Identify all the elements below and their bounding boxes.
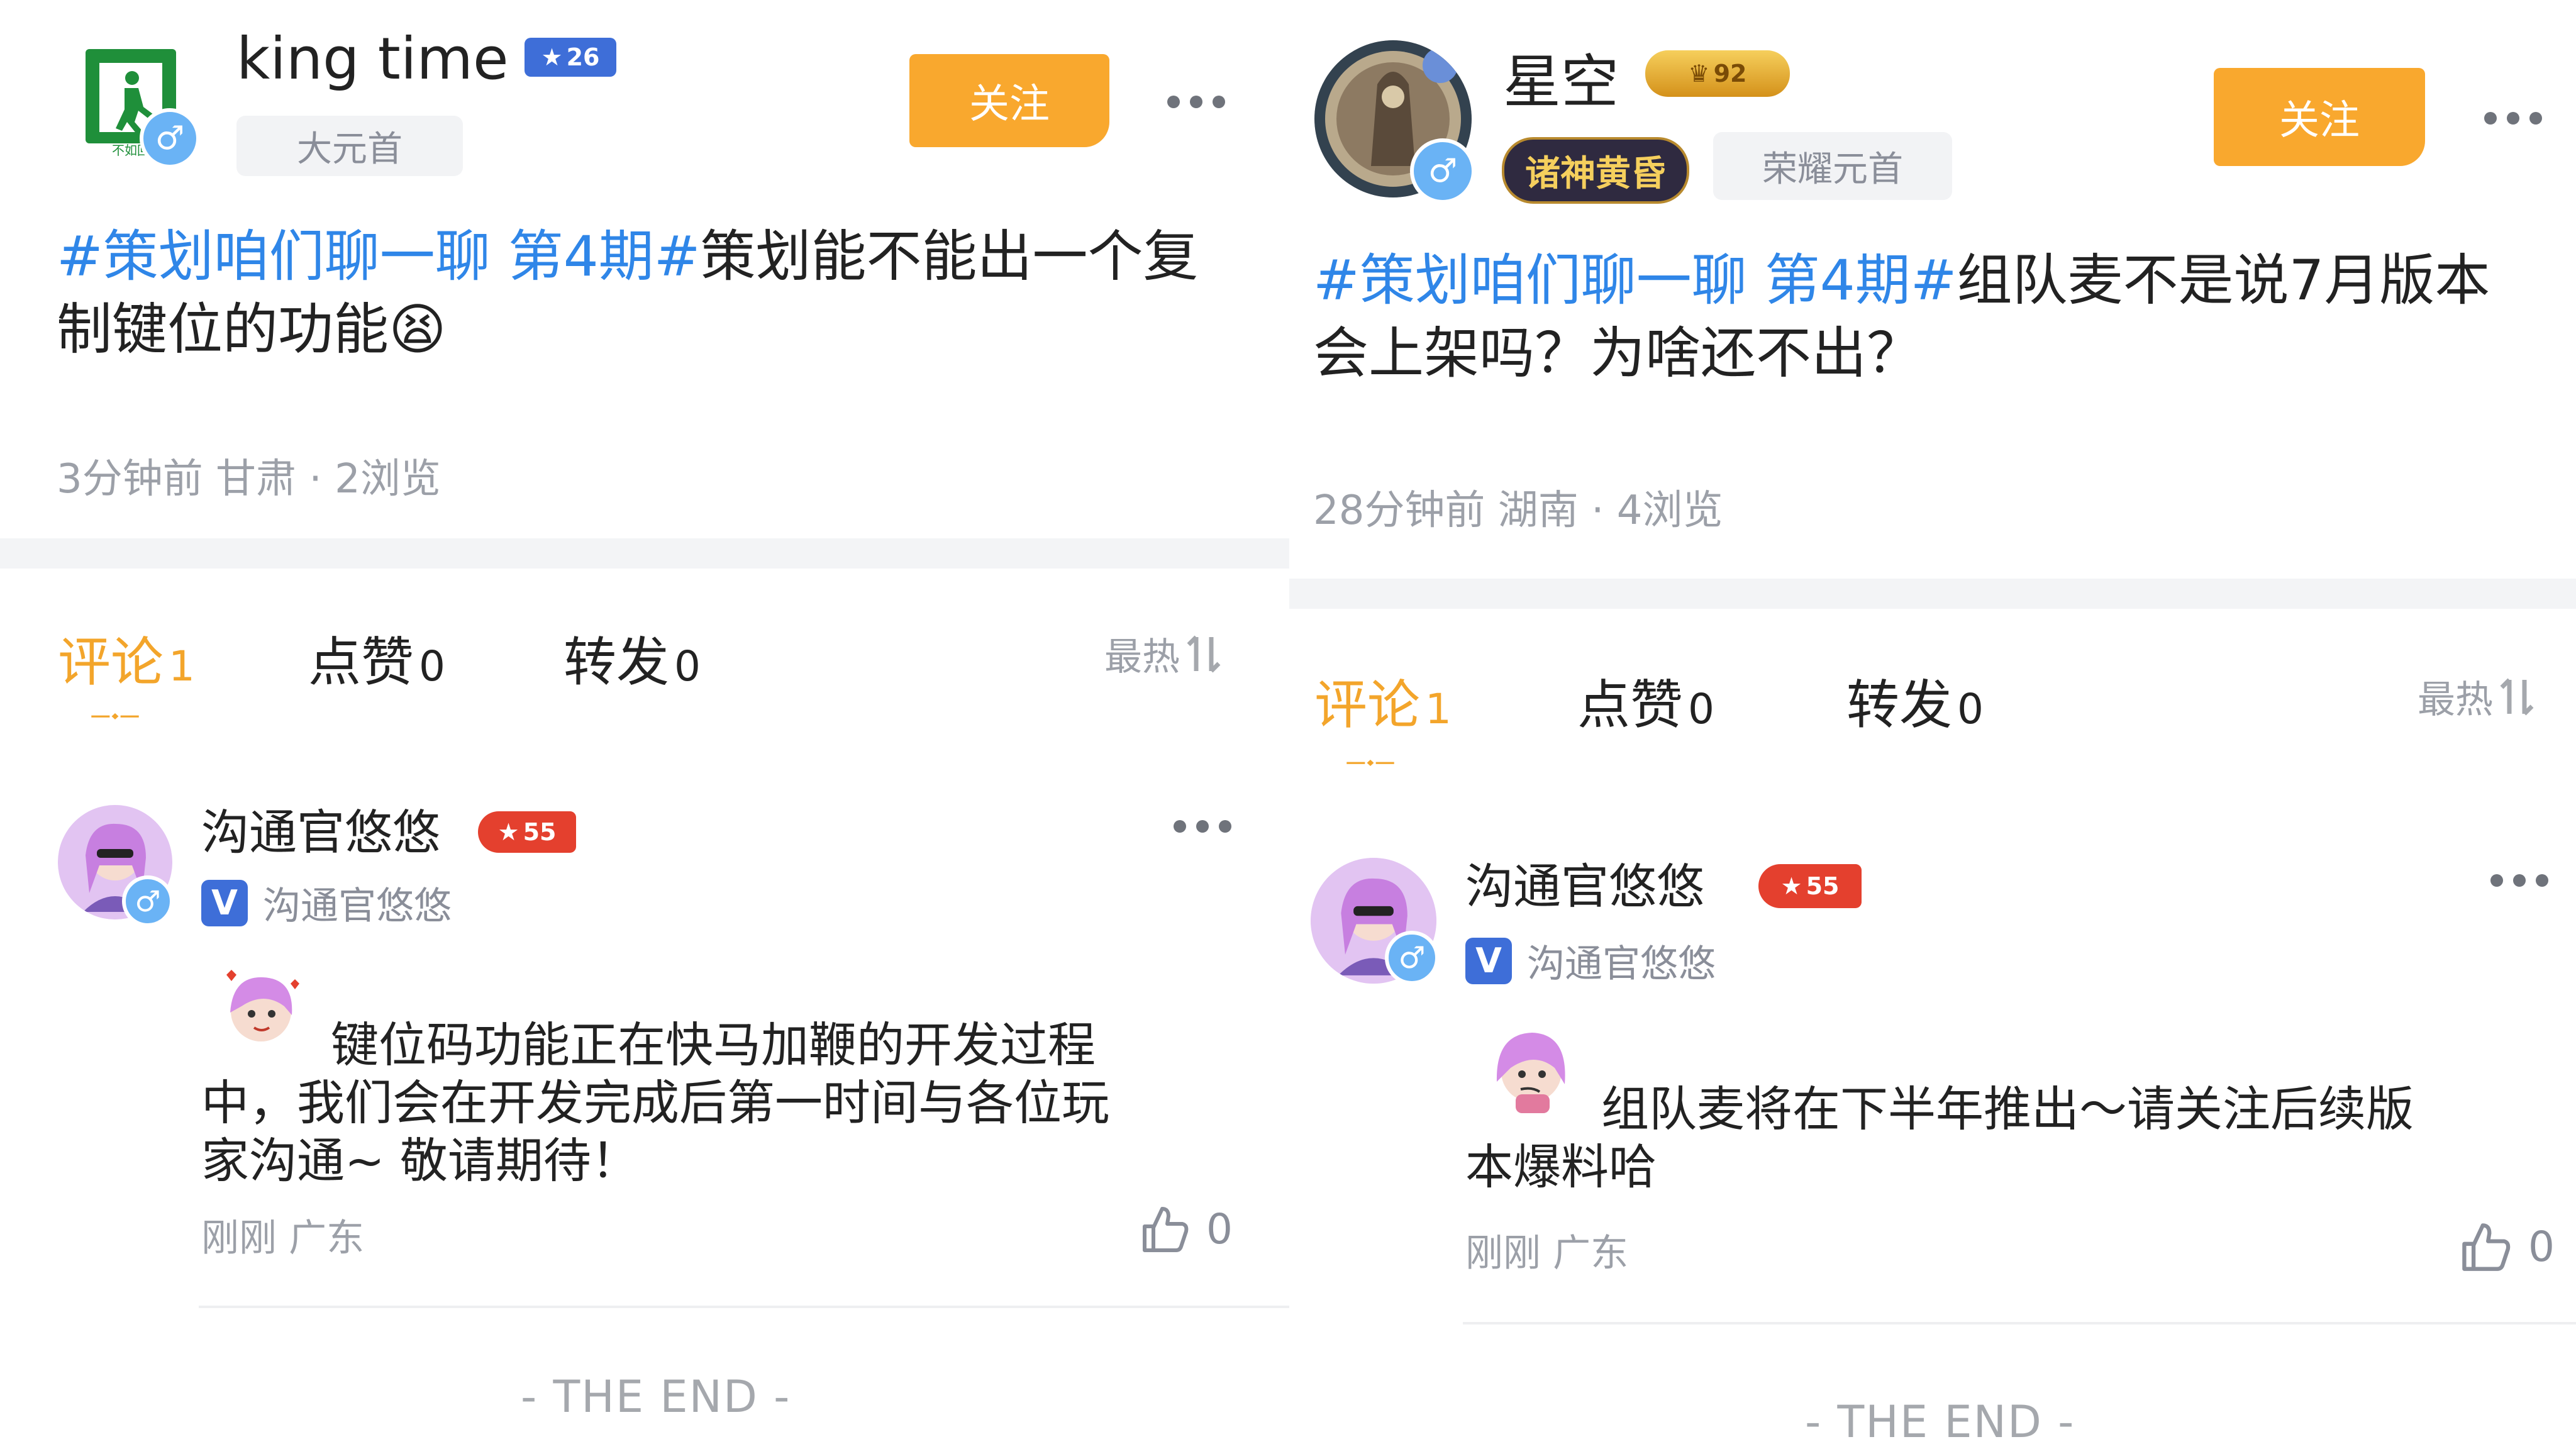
gender-male-icon: ♂: [140, 108, 200, 169]
comment-text: 键位码功能正在快马加鞭的开发过程中，我们会在开发完成后第一时间与各位玩家沟通~ …: [201, 1017, 1109, 1189]
comment-more-icon[interactable]: [2490, 874, 2548, 887]
commenter-name[interactable]: 沟通官悠悠: [1465, 848, 1704, 917]
topic-link[interactable]: #策划咱们聊一聊 第4期#: [57, 224, 700, 289]
tab-reposts[interactable]: 转发 0: [1846, 663, 1984, 739]
comment-text: 组队麦将在下半年推出～请关注后续版本爆料哈: [1465, 1081, 2414, 1195]
commenter-rank: V 沟通官悠悠: [1465, 933, 1716, 988]
comment-more-icon[interactable]: [1174, 820, 1231, 833]
post-content: #策划咱们聊一聊 第4期#组队麦不是说7月版本会上架吗？为啥还不出？: [1313, 244, 2527, 390]
commenter-name[interactable]: 沟通官悠悠: [201, 794, 440, 863]
thumb-up-icon: [1143, 1207, 1189, 1252]
post-meta: 28分钟前 湖南 · 4浏览: [1313, 487, 1723, 534]
section-divider: [0, 538, 1289, 569]
thumb-up-icon: [2462, 1223, 2511, 1271]
gender-male-icon: ♂: [122, 875, 174, 927]
section-divider: [1289, 579, 2576, 609]
like-button[interactable]: 0: [1140, 1204, 1233, 1254]
tab-reposts[interactable]: 转发 0: [564, 620, 701, 696]
tab-active-indicator: [91, 713, 139, 719]
end-marker: - THE END -: [521, 1371, 791, 1423]
level-shield-icon: ★: [541, 43, 563, 71]
tab-comments[interactable]: 评论 1: [1314, 663, 1452, 739]
emoji-icon: 😫: [389, 297, 447, 362]
comment-meta: 刚刚 广东: [1465, 1231, 1629, 1275]
post-content: #策划咱们聊一聊 第4期#策划能不能出一个复制键位的功能😫: [57, 220, 1239, 366]
post-meta: 3分钟前 甘肃 · 2浏览: [57, 456, 441, 502]
comment-divider: [1463, 1322, 2576, 1324]
star-icon: ★: [1780, 872, 1802, 900]
gender-male-icon: ♂: [1385, 931, 1439, 985]
comment-meta: 刚刚 广东: [201, 1216, 365, 1260]
follow-button[interactable]: 关注: [909, 54, 1109, 147]
author-title-tag: 荣耀元首: [1713, 132, 1952, 200]
comment-divider: [199, 1306, 1289, 1308]
honor-badge: 诸神黄昏: [1502, 137, 1689, 204]
level-badge: ★ 26: [525, 38, 616, 77]
official-v-icon: V: [201, 879, 248, 926]
post-panel-left: 不如回 ♂ king time ★ 26 大元首 关注 #策划咱们聊一聊 第4期…: [0, 0, 1289, 1449]
sort-icon: [1187, 635, 1221, 672]
like-button[interactable]: 0: [2459, 1220, 2555, 1273]
author-name[interactable]: 星空: [1503, 35, 1619, 119]
sort-icon: [2500, 678, 2534, 715]
author-title-tag: 大元首: [236, 116, 463, 176]
tab-likes[interactable]: 点赞 0: [1577, 663, 1714, 739]
follow-button[interactable]: 关注: [2214, 68, 2425, 166]
sort-hot-button[interactable]: 最热: [1104, 626, 1223, 681]
tab-comments[interactable]: 评论 1: [58, 620, 195, 696]
star-icon: ★: [497, 818, 519, 846]
more-options-icon[interactable]: [1167, 96, 1225, 108]
like-count: 0: [2528, 1222, 2555, 1271]
level-crown-badge: ♛ 92: [1645, 50, 1790, 97]
gender-male-icon: ♂: [1410, 138, 1475, 204]
commenter-rank: V 沟通官悠悠: [201, 875, 452, 930]
tab-likes[interactable]: 点赞 0: [308, 620, 445, 696]
tab-active-indicator: [1346, 760, 1394, 766]
topic-link[interactable]: #策划咱们聊一聊 第4期#: [1313, 248, 1957, 313]
commenter-level-badge: ★ 55: [1758, 864, 1862, 908]
sort-hot-button[interactable]: 最热: [2418, 669, 2536, 724]
commenter-level-badge: ★ 55: [478, 811, 576, 853]
crown-icon: ♛: [1688, 60, 1710, 87]
post-panel-right: ♂ 星空 ♛ 92 诸神黄昏 荣耀元首 关注 #策划咱们聊一聊 第4期#组队麦不…: [1289, 0, 2576, 1449]
author-name[interactable]: king time: [236, 25, 509, 92]
like-count: 0: [1206, 1204, 1233, 1253]
official-v-icon: V: [1465, 937, 1512, 984]
more-options-icon[interactable]: [2484, 112, 2542, 125]
end-marker: - THE END -: [1805, 1396, 2075, 1448]
